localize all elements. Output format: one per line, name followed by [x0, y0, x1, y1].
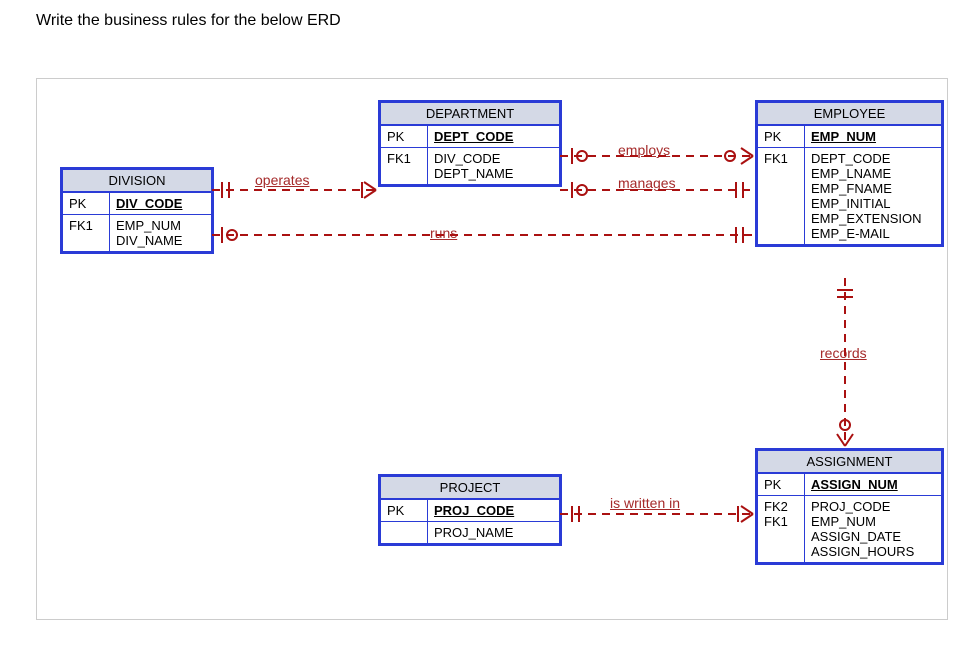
rel-employs: employs — [618, 142, 670, 158]
page-title: Write the business rules for the below E… — [36, 12, 341, 30]
attr-list: EMP_NUM DIV_NAME — [110, 215, 212, 252]
attr: EMP_INITIAL — [811, 196, 890, 211]
entity-header: ASSIGNMENT — [758, 451, 942, 474]
pk-label: PK — [758, 125, 805, 148]
attr: PROJ_CODE — [811, 499, 890, 514]
attr-list: PROJ_CODE EMP_NUM ASSIGN_DATE ASSIGN_HOU… — [805, 496, 942, 563]
entity-header: DIVISION — [63, 170, 212, 193]
entity-header: DEPARTMENT — [381, 103, 560, 126]
attr: EMP_NUM — [811, 514, 876, 529]
pk-field: ASSIGN_NUM — [805, 473, 942, 496]
attr: EMP_LNAME — [811, 166, 891, 181]
fk-label: FK1 — [758, 148, 805, 245]
entity-header: EMPLOYEE — [758, 103, 942, 126]
rel-manages: manages — [618, 175, 676, 191]
attr: EMP_NUM — [116, 218, 181, 233]
rel-is-written-in: is written in — [610, 495, 680, 511]
pk-field: DIV_CODE — [110, 192, 212, 215]
pk-label: PK — [63, 192, 110, 215]
attr: DIV_CODE — [434, 151, 500, 166]
fk-label: FK1 — [764, 514, 788, 529]
attr-list: DIV_CODE DEPT_NAME — [428, 148, 560, 185]
entity-department: DEPARTMENT PK DEPT_CODE FK1 DIV_CODE DEP… — [378, 100, 562, 187]
attr: EMP_EXTENSION — [811, 211, 922, 226]
fk-label: FK2 — [764, 499, 788, 514]
attr: EMP_FNAME — [811, 181, 892, 196]
attr: EMP_E-MAIL — [811, 226, 890, 241]
fk-label: FK1 — [63, 215, 110, 252]
blank-cell — [381, 522, 428, 544]
page: Write the business rules for the below E… — [0, 0, 974, 650]
pk-field: PROJ_CODE — [428, 499, 560, 522]
attr: DIV_NAME — [116, 233, 182, 248]
entity-employee: EMPLOYEE PK EMP_NUM FK1 DEPT_CODE EMP_LN… — [755, 100, 944, 247]
entity-assignment: ASSIGNMENT PK ASSIGN_NUM FK2 FK1 PROJ_CO… — [755, 448, 944, 565]
pk-label: PK — [381, 499, 428, 522]
fk-label: FK1 — [381, 148, 428, 185]
entity-header: PROJECT — [381, 477, 560, 500]
entity-project: PROJECT PK PROJ_CODE PROJ_NAME — [378, 474, 562, 546]
rel-runs: runs — [430, 225, 457, 241]
attr: PROJ_NAME — [428, 522, 560, 544]
rel-records: records — [820, 345, 867, 361]
entity-division: DIVISION PK DIV_CODE FK1 EMP_NUM DIV_NAM… — [60, 167, 214, 254]
fk-labels: FK2 FK1 — [758, 496, 805, 563]
pk-label: PK — [758, 473, 805, 496]
rel-operates: operates — [255, 172, 309, 188]
attr: ASSIGN_HOURS — [811, 544, 914, 559]
pk-field: EMP_NUM — [805, 125, 942, 148]
attr-list: DEPT_CODE EMP_LNAME EMP_FNAME EMP_INITIA… — [805, 148, 942, 245]
pk-label: PK — [381, 125, 428, 148]
pk-field: DEPT_CODE — [428, 125, 560, 148]
attr: DEPT_NAME — [434, 166, 513, 181]
attr: ASSIGN_DATE — [811, 529, 901, 544]
attr: DEPT_CODE — [811, 151, 890, 166]
